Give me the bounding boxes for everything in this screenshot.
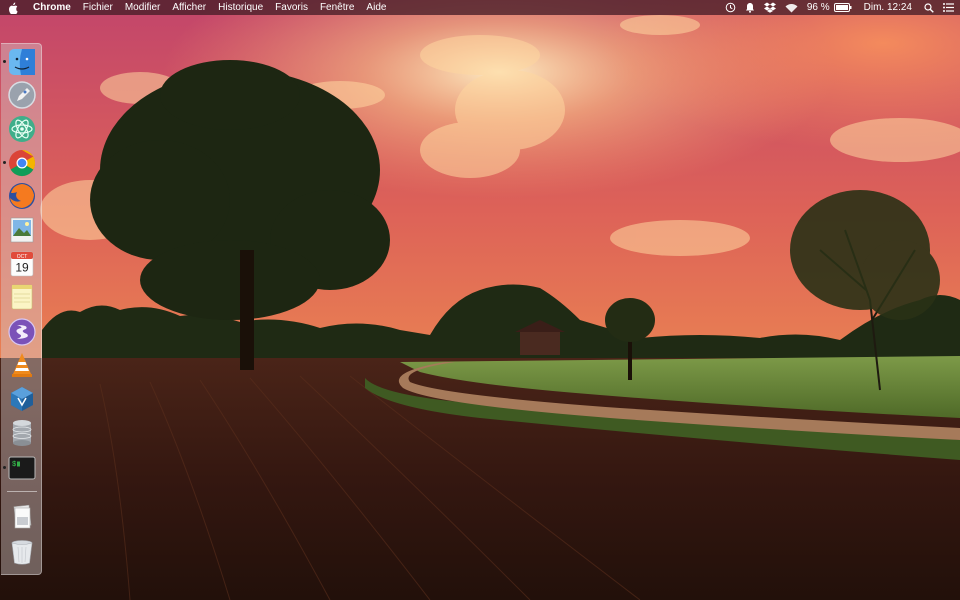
menu-fenetre[interactable]: Fenêtre xyxy=(320,0,354,15)
notification-center-icon[interactable] xyxy=(943,3,954,12)
emacs-icon xyxy=(8,318,36,346)
firefox-icon xyxy=(9,183,35,209)
database-icon xyxy=(12,420,32,446)
dock-item-trash[interactable] xyxy=(7,537,37,567)
dock-item-chrome[interactable] xyxy=(3,148,37,178)
apple-menu-icon[interactable] xyxy=(8,2,19,14)
dock-item-database[interactable] xyxy=(7,418,37,448)
desktop-wallpaper xyxy=(0,0,960,600)
battery-icon[interactable] xyxy=(833,3,852,12)
dock: OCT 19 $ xyxy=(1,43,42,575)
terminal-prompt: $ xyxy=(12,461,16,469)
dock-item-virtualbox[interactable] xyxy=(7,384,37,414)
launchpad-icon xyxy=(8,81,36,109)
menu-app-name[interactable]: Chrome xyxy=(33,0,71,15)
status-area: 96 % Dim. 12:24 xyxy=(716,0,954,15)
menu-bar: Chrome Fichier Modifier Afficher Histori… xyxy=(0,0,960,15)
dock-item-firefox[interactable] xyxy=(7,181,37,211)
terminal-icon: $ xyxy=(8,456,36,480)
running-indicator xyxy=(3,60,6,63)
menu-aide[interactable]: Aide xyxy=(366,0,386,15)
dock-item-calendar[interactable]: OCT 19 xyxy=(7,249,37,279)
menu-historique[interactable]: Historique xyxy=(218,0,263,15)
notes-icon xyxy=(11,284,33,310)
preview-icon xyxy=(10,217,34,243)
dock-item-finder[interactable] xyxy=(3,47,37,77)
timemachine-icon[interactable] xyxy=(725,2,736,13)
virtualbox-icon xyxy=(11,387,33,411)
trash-icon xyxy=(11,540,33,565)
dock-item-terminal[interactable]: $ xyxy=(3,453,37,483)
dropbox-icon[interactable] xyxy=(763,2,776,13)
spotlight-icon[interactable] xyxy=(924,2,934,13)
running-indicator xyxy=(3,466,6,469)
clock[interactable]: Dim. 12:24 xyxy=(864,0,912,15)
notification-icon[interactable] xyxy=(745,2,755,13)
documents-stack-icon xyxy=(13,504,32,529)
menu-modifier[interactable]: Modifier xyxy=(125,0,161,15)
atom-icon xyxy=(9,116,35,142)
calendar-day: 19 xyxy=(15,261,29,275)
vlc-icon xyxy=(12,353,32,377)
dock-item-atom[interactable] xyxy=(7,114,37,144)
dock-item-launchpad[interactable] xyxy=(7,80,37,110)
calendar-icon: OCT 19 xyxy=(10,251,34,277)
dock-item-notes[interactable] xyxy=(7,282,37,312)
dock-item-documents[interactable] xyxy=(7,502,37,532)
chrome-icon xyxy=(9,149,36,177)
menu-fichier[interactable]: Fichier xyxy=(83,0,113,15)
running-indicator xyxy=(3,161,6,164)
dock-item-preview[interactable] xyxy=(7,215,37,245)
dock-item-emacs[interactable] xyxy=(7,317,37,347)
finder-icon xyxy=(9,49,35,75)
menu-afficher[interactable]: Afficher xyxy=(172,0,206,15)
battery-percent: 96 % xyxy=(806,2,830,13)
dock-item-vlc[interactable] xyxy=(7,350,37,380)
calendar-month: OCT xyxy=(17,254,28,260)
menu-favoris[interactable]: Favoris xyxy=(275,0,308,15)
dock-separator xyxy=(7,491,37,492)
wifi-icon[interactable] xyxy=(785,3,798,13)
